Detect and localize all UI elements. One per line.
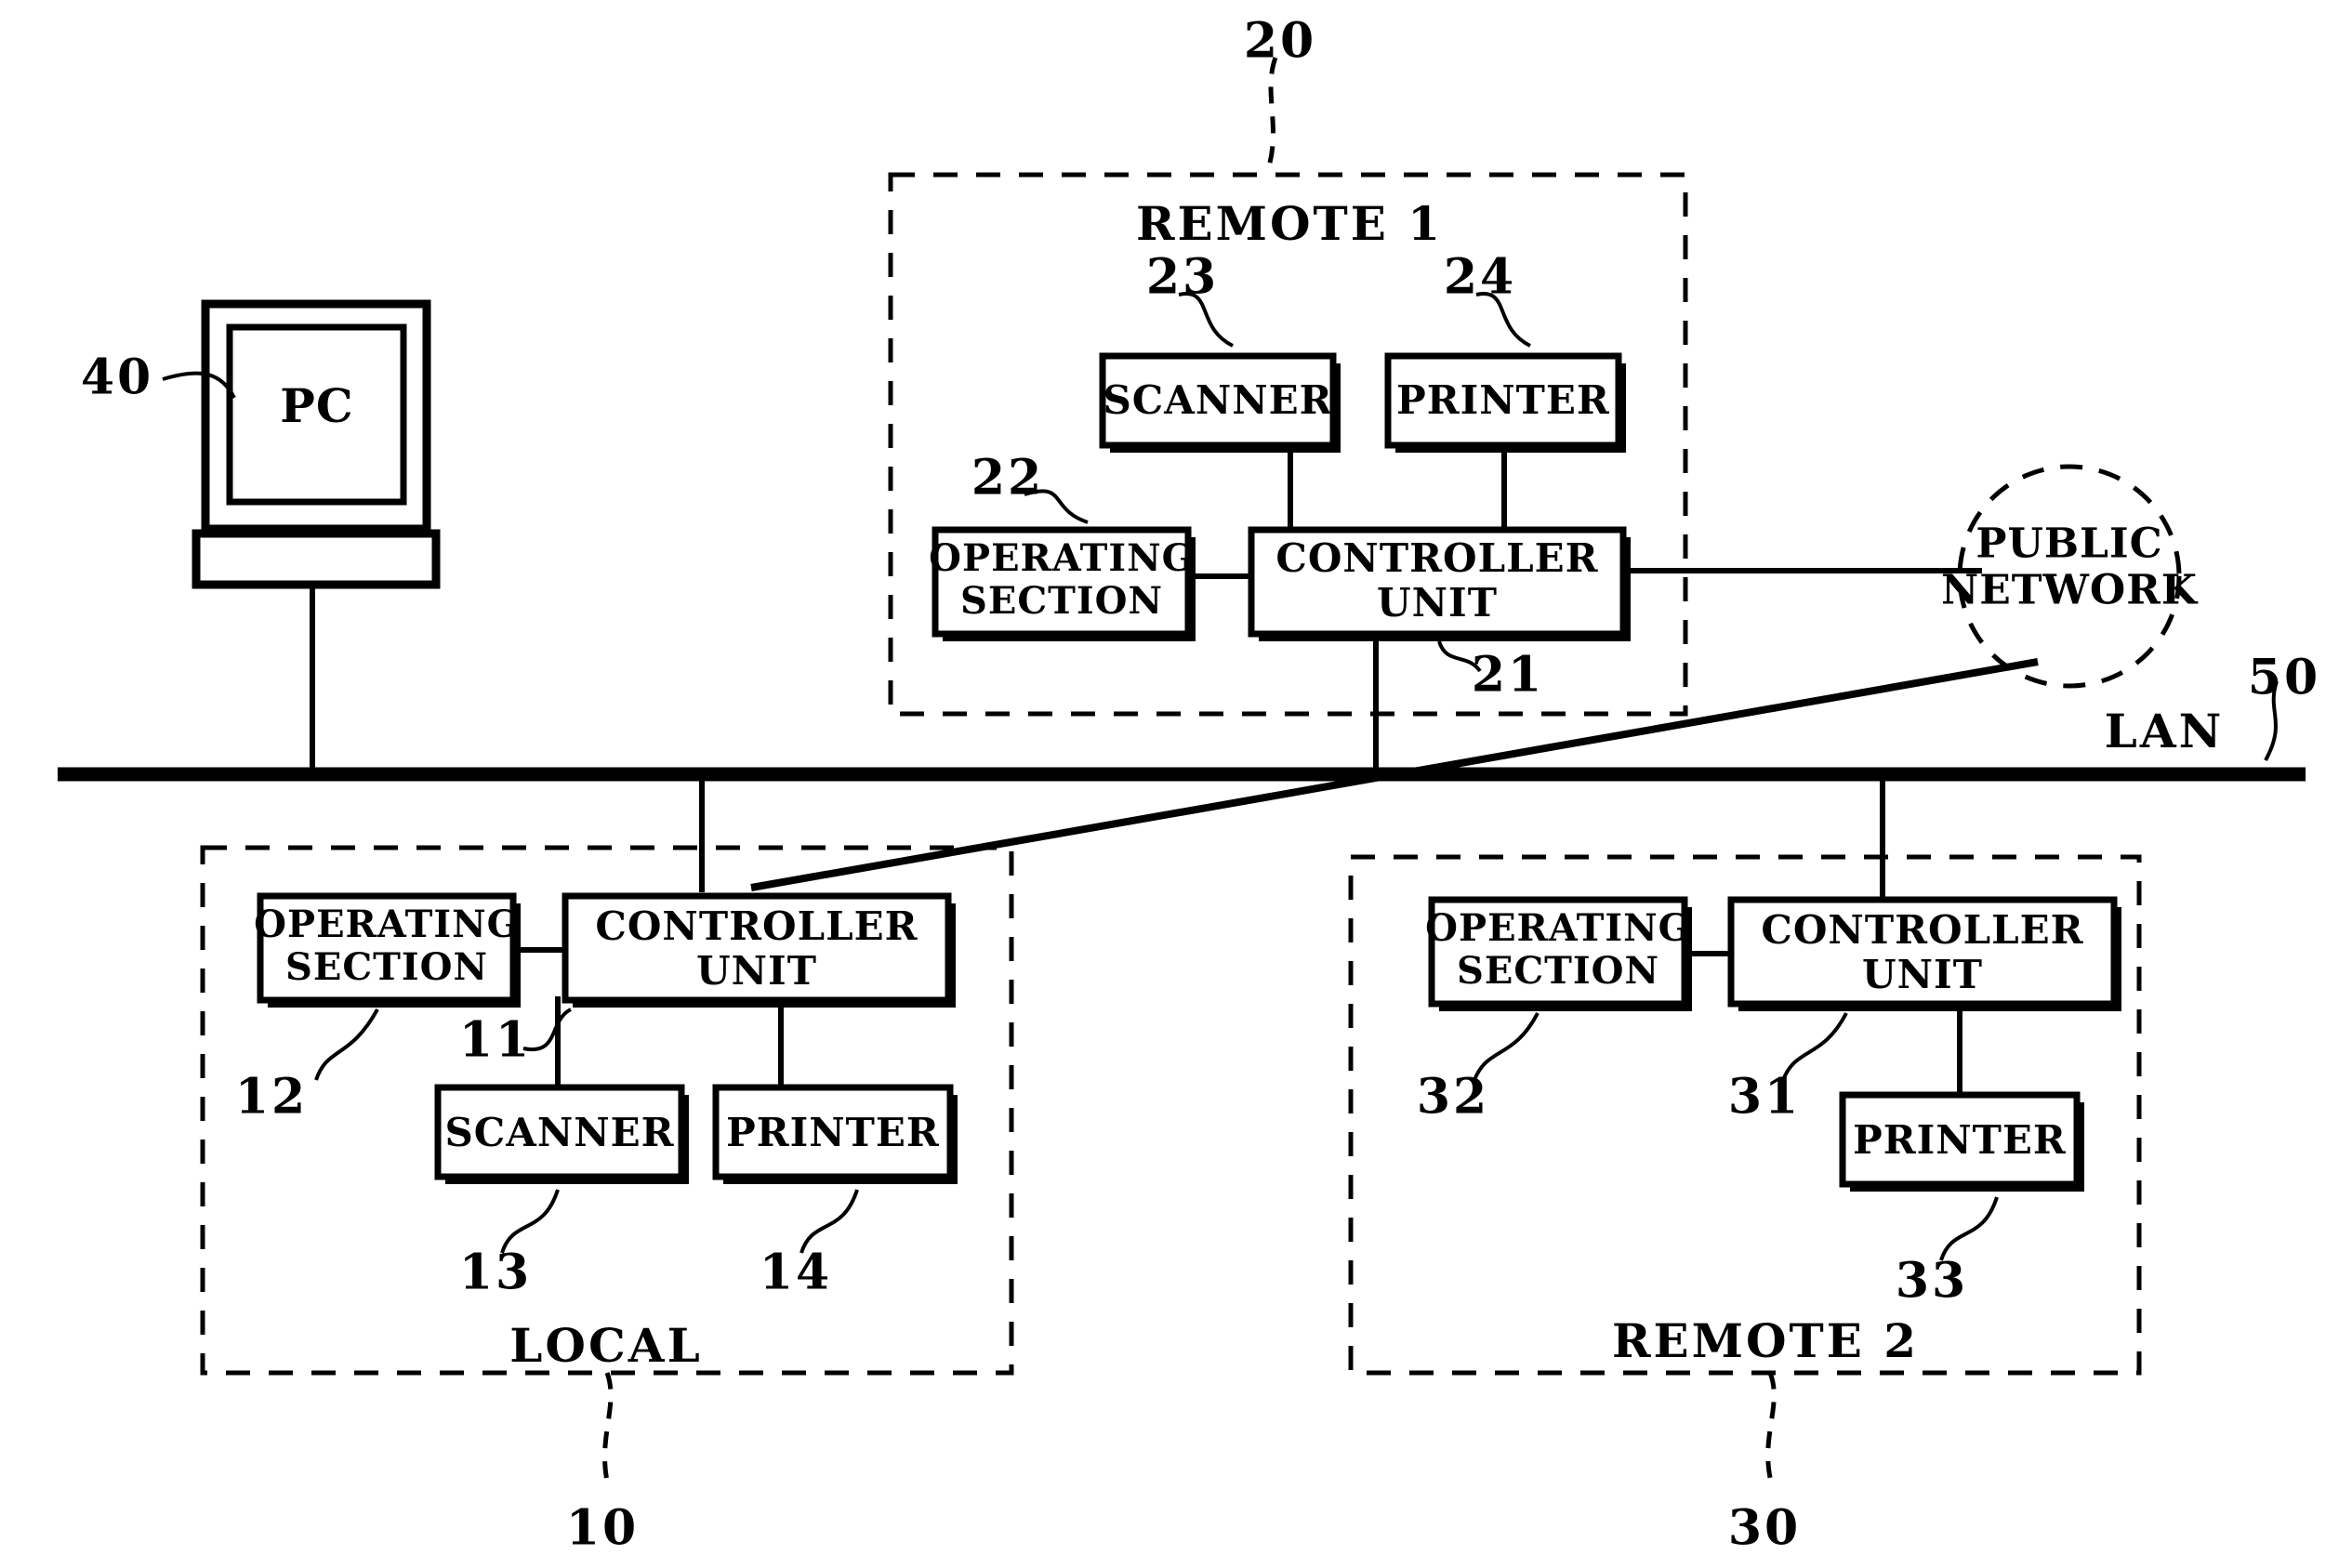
network-diagram-svg: PC 40 LAN 50 PUBLIC NETWORK REMOTE 1 20 … bbox=[58, 13, 2320, 1557]
remote2-ref-number: 30 bbox=[1728, 1500, 1801, 1557]
remote2-printer-label: PRINTER bbox=[1853, 1117, 2067, 1163]
remote2-controller-label-line1: CONTROLLER bbox=[1761, 907, 2083, 953]
remote1-controller-ref-number: 21 bbox=[1472, 647, 1544, 704]
remote2-operating-ref-number: 32 bbox=[1417, 1069, 1489, 1126]
local-scanner-ref-number: 13 bbox=[459, 1245, 532, 1301]
remote2-printer-ref-number: 33 bbox=[1896, 1253, 1968, 1310]
remote1-operating-label-line2: SECTION bbox=[960, 579, 1163, 623]
remote1-operating-label-line1: OPERATING bbox=[929, 536, 1195, 580]
local-operating-label-line1: OPERATING bbox=[254, 903, 520, 946]
local-ref-leader bbox=[602, 1372, 614, 1486]
local-scanner-label: SCANNER bbox=[444, 1110, 674, 1155]
lan-ref-number: 50 bbox=[2248, 650, 2320, 706]
remote2-controller-label-line2: UNIT bbox=[1862, 952, 1983, 997]
local-operating-ref-number: 12 bbox=[235, 1069, 308, 1126]
public-network-label-line2: NETWORK bbox=[1941, 567, 2199, 614]
pc-ref-number: 40 bbox=[81, 349, 153, 406]
remote1-ref-number: 20 bbox=[1244, 13, 1316, 70]
remote2-operating-label-line2: SECTION bbox=[1457, 949, 1659, 993]
remote2-operating-label-line1: OPERATING bbox=[1425, 906, 1691, 950]
patent-figure-canvas: PC 40 LAN 50 PUBLIC NETWORK REMOTE 1 20 … bbox=[0, 0, 2339, 1568]
local-operating-ref-leader bbox=[314, 1008, 379, 1081]
local-controller-label-line2: UNIT bbox=[696, 948, 817, 994]
remote2-controller-ref-number: 31 bbox=[1728, 1069, 1801, 1126]
remote1-controller-label-line1: CONTROLLER bbox=[1275, 535, 1598, 581]
public-network-label-line1: PUBLIC bbox=[1976, 520, 2162, 568]
remote1-scanner-label: SCANNER bbox=[1103, 377, 1332, 423]
remote2-group-label: REMOTE 2 bbox=[1612, 1313, 1919, 1368]
remote1-scanner-ref-number: 23 bbox=[1146, 249, 1219, 306]
local-ref-number: 10 bbox=[566, 1500, 639, 1557]
local-controller-label-line1: CONTROLLER bbox=[595, 903, 918, 949]
local-operating-label-line2: SECTION bbox=[285, 945, 488, 989]
remote1-group-label: REMOTE 1 bbox=[1136, 196, 1443, 251]
remote1-controller-label-line2: UNIT bbox=[1377, 580, 1498, 626]
local-printer-ref-number: 14 bbox=[760, 1245, 832, 1301]
remote2-printer-ref-leader bbox=[1939, 1196, 1999, 1261]
local-printer-label: PRINTER bbox=[726, 1110, 940, 1155]
remote1-ref-leader bbox=[1263, 57, 1278, 176]
local-group-label: LOCAL bbox=[509, 1318, 702, 1373]
remote2-ref-leader bbox=[1765, 1372, 1777, 1486]
remote1-operating-ref-number: 22 bbox=[971, 450, 1044, 507]
pc-base bbox=[192, 529, 441, 589]
pc-label: PC bbox=[280, 378, 353, 433]
lan-label: LAN bbox=[2105, 704, 2225, 758]
remote1-printer-label: PRINTER bbox=[1396, 377, 1610, 423]
remote1-printer-ref-number: 24 bbox=[1444, 249, 1516, 306]
local-controller-ref-number: 11 bbox=[459, 1012, 532, 1069]
